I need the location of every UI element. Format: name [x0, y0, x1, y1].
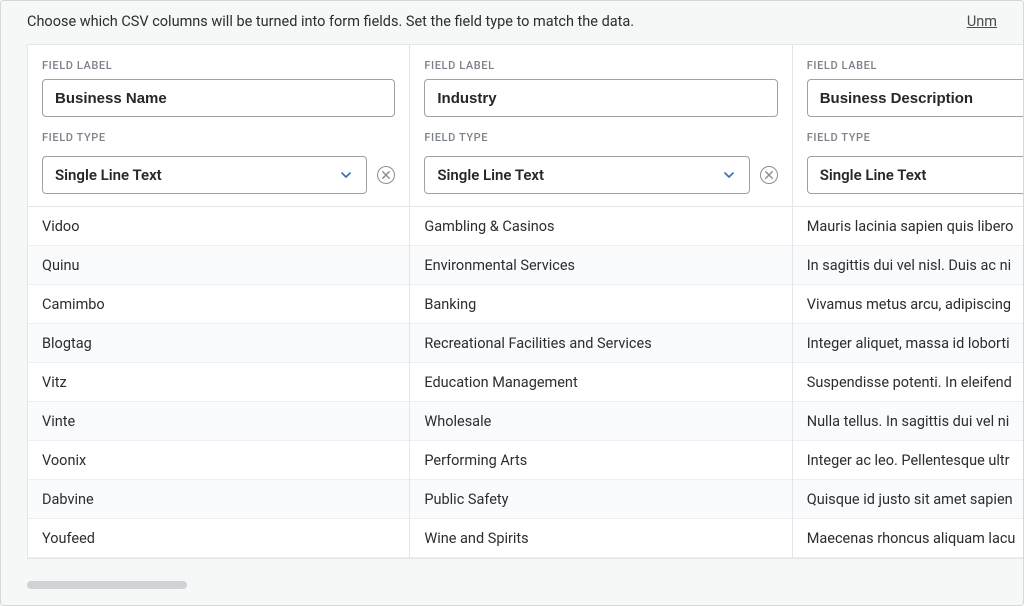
table-row: In sagittis dui vel nisl. Duis ac ni	[793, 246, 1024, 285]
table-row: Performing Arts	[410, 441, 791, 480]
table-row: Vinte	[28, 402, 409, 441]
table-row: Integer aliquet, massa id loborti	[793, 324, 1024, 363]
chevron-down-icon	[338, 167, 354, 183]
scrollbar-thumb[interactable]	[27, 581, 187, 589]
table-row: Mauris lacinia sapien quis libero	[793, 207, 1024, 246]
field-label-input[interactable]	[424, 79, 777, 117]
field-label-heading: FIELD LABEL	[42, 59, 395, 72]
table-row: Suspendisse potenti. In eleifend	[793, 363, 1024, 402]
column-header: FIELD LABEL FIELD TYPE Single Line Text	[410, 45, 791, 207]
clear-field-button[interactable]	[760, 166, 778, 184]
table-row: Vitz	[28, 363, 409, 402]
table-row: Nulla tellus. In sagittis dui vel ni	[793, 402, 1024, 441]
table-row: Environmental Services	[410, 246, 791, 285]
table-row: Wholesale	[410, 402, 791, 441]
field-label-heading: FIELD LABEL	[424, 59, 777, 72]
table-row: Maecenas rhoncus aliquam lacu	[793, 519, 1024, 558]
table-row: Dabvine	[28, 480, 409, 519]
close-icon	[765, 171, 773, 179]
table-row: Youfeed	[28, 519, 409, 558]
column-header: FIELD LABEL FIELD TYPE Single Line Text	[28, 45, 409, 207]
column-header: FIELD LABEL FIELD TYPE Single Line Text	[793, 45, 1024, 207]
table-row: Education Management	[410, 363, 791, 402]
column-business-name: FIELD LABEL FIELD TYPE Single Line Text	[28, 45, 410, 558]
field-type-value: Single Line Text	[437, 166, 720, 184]
unmap-link[interactable]: Unm	[967, 13, 997, 30]
column-business-description: FIELD LABEL FIELD TYPE Single Line Text …	[793, 45, 1024, 558]
table-row: Blogtag	[28, 324, 409, 363]
instructions-text: Choose which CSV columns will be turned …	[27, 13, 634, 30]
field-label-input[interactable]	[807, 79, 1024, 117]
table-row: Public Safety	[410, 480, 791, 519]
field-type-select[interactable]: Single Line Text	[807, 156, 1024, 194]
topbar: Choose which CSV columns will be turned …	[1, 1, 1023, 44]
table-row: Vidoo	[28, 207, 409, 246]
field-type-select[interactable]: Single Line Text	[42, 156, 367, 194]
field-type-heading: FIELD TYPE	[807, 131, 1024, 144]
mapping-table: FIELD LABEL FIELD TYPE Single Line Text	[27, 44, 1024, 559]
table-row: Quinu	[28, 246, 409, 285]
table-row: Banking	[410, 285, 791, 324]
field-type-select[interactable]: Single Line Text	[424, 156, 749, 194]
field-label-heading: FIELD LABEL	[807, 59, 1024, 72]
clear-field-button[interactable]	[377, 166, 395, 184]
table-row: Gambling & Casinos	[410, 207, 791, 246]
field-type-heading: FIELD TYPE	[42, 131, 395, 144]
table-row: Camimbo	[28, 285, 409, 324]
table-row: Integer ac leo. Pellentesque ultr	[793, 441, 1024, 480]
column-industry: FIELD LABEL FIELD TYPE Single Line Text	[410, 45, 792, 558]
horizontal-scrollbar[interactable]	[27, 581, 997, 589]
table-row: Voonix	[28, 441, 409, 480]
table-row: Vivamus metus arcu, adipiscing	[793, 285, 1024, 324]
chevron-down-icon	[721, 167, 737, 183]
mapping-panel: Choose which CSV columns will be turned …	[0, 0, 1024, 606]
table-row: Recreational Facilities and Services	[410, 324, 791, 363]
close-icon	[382, 171, 390, 179]
field-label-input[interactable]	[42, 79, 395, 117]
table-row: Wine and Spirits	[410, 519, 791, 558]
field-type-heading: FIELD TYPE	[424, 131, 777, 144]
field-type-value: Single Line Text	[820, 166, 1024, 184]
field-type-value: Single Line Text	[55, 166, 338, 184]
table-row: Quisque id justo sit amet sapien	[793, 480, 1024, 519]
